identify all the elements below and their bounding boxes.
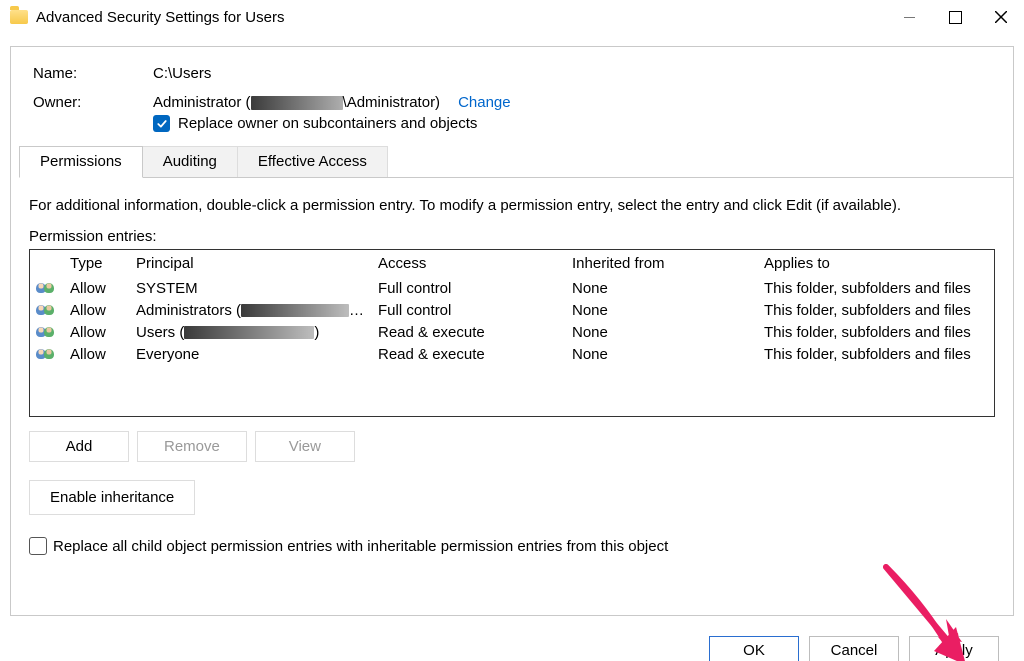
tab-effective-access[interactable]: Effective Access <box>238 146 388 177</box>
owner-value-prefix: Administrator ( <box>153 94 251 111</box>
ok-button[interactable]: OK <box>709 636 799 661</box>
redacted-text <box>251 96 343 110</box>
tab-permissions[interactable]: Permissions <box>19 146 143 178</box>
enable-inheritance-button[interactable]: Enable inheritance <box>29 480 195 515</box>
redacted-text <box>241 304 349 317</box>
cell-principal: SYSTEM <box>130 277 372 299</box>
owner-row: Owner: Administrator ( \Administrator) Ch… <box>11 94 1013 111</box>
close-icon <box>995 11 1007 23</box>
replace-owner-row: Replace owner on subcontainers and objec… <box>11 115 1013 132</box>
owner-value: Administrator ( \Administrator) <box>153 94 440 111</box>
name-value: C:\Users <box>153 65 211 82</box>
cell-applies: This folder, subfolders and files <box>758 321 994 343</box>
window-titlebar: Advanced Security Settings for Users <box>0 0 1024 34</box>
explain-text: For additional information, double-click… <box>29 196 995 216</box>
check-icon <box>156 118 168 130</box>
replace-all-label: Replace all child object permission entr… <box>53 538 668 555</box>
cell-access: Read & execute <box>372 343 566 365</box>
view-button[interactable]: View <box>255 431 355 462</box>
replace-owner-checkbox[interactable] <box>153 115 170 132</box>
group-icon <box>36 301 56 315</box>
tab-auditing[interactable]: Auditing <box>143 146 238 177</box>
permission-entries-table: Type Principal Access Inherited from App… <box>30 250 994 365</box>
table-row[interactable]: AllowEveryoneRead & executeNoneThis fold… <box>30 343 994 365</box>
change-owner-link[interactable]: Change <box>458 94 511 111</box>
cell-inherited: None <box>566 299 758 321</box>
name-label: Name: <box>33 65 153 82</box>
cell-inherited: None <box>566 277 758 299</box>
cancel-button[interactable]: Cancel <box>809 636 899 661</box>
cell-inherited: None <box>566 343 758 365</box>
col-principal-header[interactable]: Principal <box>130 250 372 277</box>
cell-type: Allow <box>64 321 130 343</box>
replace-all-checkbox[interactable] <box>29 537 47 555</box>
cell-applies: This folder, subfolders and files <box>758 299 994 321</box>
col-applies-header[interactable]: Applies to <box>758 250 994 277</box>
table-header-row: Type Principal Access Inherited from App… <box>30 250 994 277</box>
cell-inherited: None <box>566 321 758 343</box>
entry-buttons-row: Add Remove View <box>29 431 995 462</box>
cell-access: Read & execute <box>372 321 566 343</box>
group-icon <box>36 279 56 293</box>
remove-button[interactable]: Remove <box>137 431 247 462</box>
cell-access: Full control <box>372 277 566 299</box>
window-title: Advanced Security Settings for Users <box>36 9 284 26</box>
table-row[interactable]: AllowUsers ()Read & executeNoneThis fold… <box>30 321 994 343</box>
window-close-button[interactable] <box>978 0 1024 34</box>
cell-access: Full control <box>372 299 566 321</box>
tab-body-permissions: For additional information, double-click… <box>11 178 1013 555</box>
cell-type: Allow <box>64 299 130 321</box>
redacted-text <box>184 326 314 339</box>
name-row: Name: C:\Users <box>11 65 1013 82</box>
cell-type: Allow <box>64 277 130 299</box>
col-access-header[interactable]: Access <box>372 250 566 277</box>
group-icon <box>36 323 56 337</box>
cell-principal: Everyone <box>130 343 372 365</box>
cell-principal: Users () <box>130 321 372 343</box>
table-row[interactable]: AllowAdministrators (…Full controlNoneTh… <box>30 299 994 321</box>
folder-icon <box>10 10 28 24</box>
cell-applies: This folder, subfolders and files <box>758 343 994 365</box>
tab-strip: Permissions Auditing Effective Access <box>19 146 1013 178</box>
cell-type: Allow <box>64 343 130 365</box>
permission-entries-list[interactable]: Type Principal Access Inherited from App… <box>29 249 995 417</box>
owner-value-suffix: \Administrator) <box>343 94 441 111</box>
owner-label: Owner: <box>33 94 153 111</box>
table-row[interactable]: AllowSYSTEMFull controlNoneThis folder, … <box>30 277 994 299</box>
replace-all-row: Replace all child object permission entr… <box>29 537 995 555</box>
dialog-footer: OK Cancel Apply <box>709 636 999 661</box>
cell-applies: This folder, subfolders and files <box>758 277 994 299</box>
replace-owner-label: Replace owner on subcontainers and objec… <box>178 115 477 132</box>
window-minimize-button[interactable] <box>886 0 932 34</box>
window-maximize-button[interactable] <box>932 0 978 34</box>
entries-label: Permission entries: <box>29 228 995 245</box>
col-inherited-header[interactable]: Inherited from <box>566 250 758 277</box>
apply-button[interactable]: Apply <box>909 636 999 661</box>
col-type-header[interactable]: Type <box>64 250 130 277</box>
cell-principal: Administrators (… <box>130 299 372 321</box>
dialog-body: Name: C:\Users Owner: Administrator ( \Ad… <box>10 46 1014 616</box>
add-button[interactable]: Add <box>29 431 129 462</box>
group-icon <box>36 345 56 359</box>
